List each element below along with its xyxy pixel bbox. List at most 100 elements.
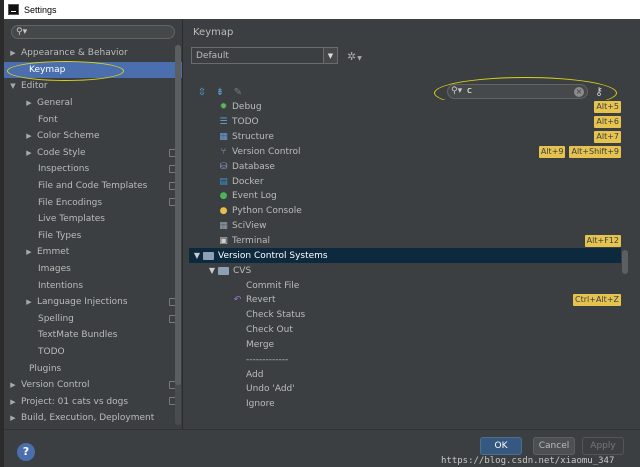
sidebar-item-label: File and Code Templates: [38, 181, 148, 192]
chevron-down-icon[interactable]: ▼: [191, 251, 203, 260]
sidebar-item-emmet[interactable]: ▶ Emmet: [4, 244, 182, 261]
sidebar-item-images[interactable]: Images: [4, 261, 182, 278]
action-name: Version Control Systems: [218, 250, 328, 261]
keymap-action-row[interactable]: Ignore: [189, 397, 621, 412]
sidebar-item-file-and-code-templates[interactable]: File and Code Templates: [4, 178, 182, 195]
chevron-right-icon[interactable]: ▶: [8, 381, 18, 389]
cancel-button[interactable]: Cancel: [533, 437, 575, 455]
sidebar-item-intentions[interactable]: Intentions: [4, 277, 182, 294]
sidebar-item-label: Appearance & Behavior: [21, 48, 128, 59]
keymap-select[interactable]: Default ▼: [191, 47, 338, 64]
keymap-action-row[interactable]: Commit File: [189, 278, 621, 293]
keymap-action-row[interactable]: ☰ TODO Alt+6: [189, 115, 621, 130]
keymap-action-row[interactable]: ▣ Terminal Alt+F12: [189, 234, 621, 249]
docker-icon: ▤: [219, 176, 228, 187]
keymap-action-row[interactable]: Check Status: [189, 308, 621, 323]
pane-divider[interactable]: [182, 19, 183, 429]
action-name: Undo 'Add': [246, 384, 295, 395]
search-icon: ⚲▾: [16, 27, 28, 37]
sidebar-item-label: TODO: [38, 346, 65, 357]
chevron-down-icon[interactable]: ▼: [8, 82, 18, 90]
sidebar-item-label: Font: [38, 114, 58, 125]
edit-icon[interactable]: ✎: [232, 86, 244, 98]
action-name: Commit File: [246, 280, 300, 291]
sidebar-item-build-execution-deployment[interactable]: ▶ Build, Execution, Deployment: [4, 410, 182, 427]
settings-window: ⚲▾ ▶ Appearance & Behavior Keymap ▼ Editor ▶ G…: [4, 19, 640, 467]
sidebar-item-editor[interactable]: ▼ Editor: [4, 78, 182, 95]
sidebar-item-version-control[interactable]: ▶ Version Control: [4, 377, 182, 394]
sidebar-item-spelling[interactable]: Spelling: [4, 311, 182, 328]
left-scroll-thumb[interactable]: [175, 45, 181, 385]
sidebar-item-language-injections[interactable]: ▶ Language Injections: [4, 294, 182, 311]
keymap-group-row[interactable]: ▼ Version Control Systems: [189, 248, 621, 264]
sidebar-item-color-scheme[interactable]: ▶ Color Scheme: [4, 128, 182, 145]
sidebar-item-label: Live Templates: [38, 214, 105, 225]
action-name: Debug: [232, 102, 262, 113]
keymap-action-row[interactable]: ● Python Console: [189, 204, 621, 219]
keymap-action-row[interactable]: ↶ Revert Ctrl+Alt+Z: [189, 293, 621, 308]
sidebar-item-todo[interactable]: TODO: [4, 344, 182, 361]
keymap-action-row[interactable]: Add: [189, 367, 621, 382]
chevron-right-icon[interactable]: ▶: [24, 298, 34, 306]
sidebar-item-label: Emmet: [37, 247, 70, 258]
page-title: Keymap: [193, 27, 234, 38]
left-pane: ⚲▾ ▶ Appearance & Behavior Keymap ▼ Editor ▶ G…: [4, 19, 182, 429]
sidebar-item-plugins[interactable]: Plugins: [4, 360, 182, 377]
sidebar-item-general[interactable]: ▶ General: [4, 95, 182, 112]
sidebar-item-label: File Encodings: [38, 197, 103, 208]
chevron-right-icon[interactable]: ▶: [24, 248, 34, 256]
chevron-right-icon[interactable]: ▶: [24, 149, 34, 157]
folder-icon: [218, 266, 229, 275]
collapse-all-icon[interactable]: ⇟: [214, 86, 226, 98]
chevron-right-icon[interactable]: ▶: [24, 99, 34, 107]
keymap-action-row[interactable]: ▤ Docker: [189, 174, 621, 189]
keymap-action-row[interactable]: Undo 'Add': [189, 382, 621, 397]
keymap-scroll-thumb[interactable]: [622, 250, 628, 274]
expand-all-icon[interactable]: ⇳: [196, 86, 208, 98]
keymap-action-row[interactable]: ▦ SciView: [189, 219, 621, 234]
keymap-action-row[interactable]: ⛁ Database: [189, 159, 621, 174]
keymap-action-row[interactable]: ▦ Structure Alt+7: [189, 130, 621, 145]
keymap-select-value: Default: [196, 50, 229, 61]
chevron-right-icon[interactable]: ▶: [8, 49, 18, 57]
keymap-action-row[interactable]: ⑂ Version Control Alt+9 Alt+Shift+9: [189, 145, 621, 160]
action-name: Event Log: [232, 191, 277, 202]
event-log-icon: ●: [219, 191, 228, 202]
sidebar-item-label: Build, Execution, Deployment: [21, 413, 155, 424]
chevron-right-icon[interactable]: ▶: [8, 398, 18, 406]
apply-button[interactable]: Apply: [582, 437, 624, 455]
sidebar-item-file-encodings[interactable]: File Encodings: [4, 194, 182, 211]
action-name: TODO: [232, 117, 259, 128]
sidebar-item-label: Editor: [21, 81, 48, 92]
keymap-action-row[interactable]: Merge: [189, 338, 621, 353]
sidebar-item-label: Images: [38, 264, 71, 275]
sidebar-item-live-templates[interactable]: Live Templates: [4, 211, 182, 228]
sidebar-item-code-style[interactable]: ▶ Code Style: [4, 145, 182, 162]
sidebar-item-appearance-behavior[interactable]: ▶ Appearance & Behavior: [4, 45, 182, 62]
settings-search-input[interactable]: ⚲▾: [11, 25, 175, 39]
keymap-action-row[interactable]: Check Out: [189, 323, 621, 338]
sidebar-item-inspections[interactable]: Inspections: [4, 161, 182, 178]
sidebar-item-label: Intentions: [38, 280, 84, 291]
sidebar-item-textmate-bundles[interactable]: TextMate Bundles: [4, 327, 182, 344]
keymap-list-scrollbar[interactable]: [621, 100, 629, 424]
keymap-group-row[interactable]: ▼ CVS: [189, 263, 621, 278]
chevron-down-icon[interactable]: ▼: [323, 48, 337, 63]
keymap-action-row[interactable]: -------------: [189, 352, 621, 367]
sidebar-item-project-01-cats-vs-dogs[interactable]: ▶ Project: 01 cats vs dogs: [4, 393, 182, 410]
action-name: Structure: [232, 132, 274, 143]
chevron-right-icon[interactable]: ▶: [24, 132, 34, 140]
sidebar-item-font[interactable]: Font: [4, 111, 182, 128]
ok-button[interactable]: OK: [480, 437, 522, 455]
help-button[interactable]: ?: [17, 443, 35, 461]
action-name: Python Console: [232, 206, 302, 217]
shortcut-badge: Alt+6: [594, 115, 621, 128]
chevron-down-icon[interactable]: ▼: [206, 266, 218, 275]
sidebar-item-file-types[interactable]: File Types: [4, 228, 182, 245]
gear-icon[interactable]: ✲▼: [347, 50, 362, 63]
action-name: Check Status: [246, 310, 306, 321]
chevron-right-icon[interactable]: ▶: [8, 414, 18, 422]
keymap-action-row[interactable]: ● Event Log: [189, 189, 621, 204]
keymap-action-row[interactable]: ✹ Debug Alt+5: [189, 100, 621, 115]
left-scrollbar[interactable]: [175, 45, 181, 425]
